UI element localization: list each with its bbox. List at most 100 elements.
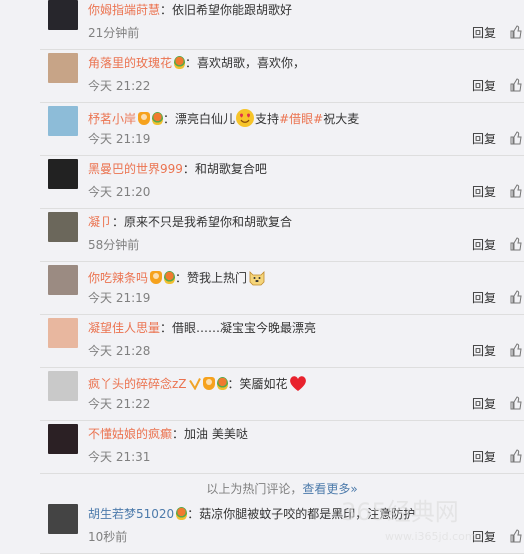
comment-text: 喜欢胡歌，喜欢你， — [197, 56, 306, 70]
username-link[interactable]: 你姆指端莳慧 — [88, 3, 160, 17]
comment-item: 你姆指端莳慧：依旧希望你能跟胡歌好 21分钟前 回复 — [40, 0, 524, 50]
avatar-dark-figure[interactable] — [48, 504, 78, 534]
like-icon[interactable] — [510, 396, 522, 410]
avatar-dark-portrait[interactable] — [48, 0, 78, 30]
colon-separator: ： — [185, 56, 198, 70]
comment-item: 杼茗小岸 ：漂亮白仙儿 支持#借眼#祝大麦今天 21:19 回复 — [40, 102, 524, 156]
colon-separator: ： — [172, 427, 185, 441]
like-icon[interactable] — [510, 290, 522, 304]
balloon-badge-icon — [176, 507, 188, 520]
comment-text: 依旧希望你能跟胡歌好 — [172, 3, 293, 17]
check-badge-icon — [188, 378, 201, 390]
comment-timestamp: 21分钟前 — [88, 26, 140, 40]
comment-item: 角落里的玫瑰花 ：喜欢胡歌，喜欢你， 今天 21:22 回复 — [40, 49, 524, 103]
reply-button[interactable]: 回复 — [472, 343, 496, 359]
comment-timestamp: 今天 21:19 — [88, 132, 151, 146]
reply-button[interactable]: 回复 — [472, 396, 496, 412]
avatar-portrait-dark-hair[interactable] — [48, 424, 78, 454]
colon-separator: ： — [182, 162, 195, 176]
like-icon[interactable] — [510, 78, 522, 92]
avatar-girl[interactable] — [48, 318, 78, 348]
comment-timestamp: 今天 21:22 — [88, 79, 151, 93]
comment-timestamp: 58分钟前 — [88, 238, 140, 252]
avatar-interior[interactable] — [48, 265, 78, 295]
username-link[interactable]: 凝望佳人思量 — [88, 321, 160, 335]
hot-comments-footer: 以上为热门评论，查看更多» — [40, 478, 524, 500]
comment-text: 加油 美美哒 — [184, 427, 248, 441]
comment-item: 黑曼巴的世界999：和胡歌复合吧 今天 21:20 回复 — [40, 155, 524, 209]
colon-separator: ： — [160, 321, 173, 335]
balloon-badge-icon — [164, 271, 176, 284]
colon-separator: ： — [175, 271, 188, 285]
comment-text: 和胡歌复合吧 — [194, 162, 267, 176]
colon-separator: ： — [227, 377, 240, 391]
comment-content: 黑曼巴的世界999：和胡歌复合吧 — [88, 161, 524, 177]
reply-button[interactable]: 回复 — [472, 290, 496, 306]
comment-timestamp: 今天 21:19 — [88, 291, 151, 305]
member-badge-icon — [202, 377, 215, 390]
comment-content: 不懂姑娘的疯癫：加油 美美哒 — [88, 426, 524, 442]
username-link[interactable]: 疯丫头的碎碎念zZ — [88, 377, 187, 391]
reply-button[interactable]: 回复 — [472, 237, 496, 253]
colon-separator: ： — [187, 507, 200, 521]
avatar-woman[interactable] — [48, 53, 78, 83]
comment-text-2: 支持 — [255, 112, 280, 126]
like-icon[interactable] — [510, 343, 522, 357]
username-link[interactable]: 不懂姑娘的疯癫 — [88, 427, 172, 441]
comment-content: 胡生若梦51020 ：菇凉你腿被蚊子咬的都是黑印，注意防护 — [88, 506, 524, 522]
comment-content: 角落里的玫瑰花 ：喜欢胡歌，喜欢你， — [88, 55, 524, 71]
topic-tag-link[interactable]: #借眼# — [279, 112, 323, 126]
member-badge-icon — [138, 112, 151, 125]
comment-item: 疯丫头的碎碎念zZ ：笑靥如花今天 21:22 回复 — [40, 367, 524, 421]
comment-text: 原来不只是我希望你和胡歌复合 — [124, 215, 293, 229]
avatar-man-glasses[interactable] — [48, 159, 78, 189]
username-link[interactable]: 你吃辣条吗 — [88, 271, 148, 285]
comment-item: 不懂姑娘的疯癫：加油 美美哒 今天 21:31 回复 — [40, 420, 524, 474]
heart-eyes-emoji — [236, 109, 255, 127]
member-badge-icon — [150, 271, 163, 284]
comment-content: 你姆指端莳慧：依旧希望你能跟胡歌好 — [88, 2, 524, 18]
avatar-rabbit[interactable] — [48, 371, 78, 401]
comment-content: 疯丫头的碎碎念zZ ：笑靥如花 — [88, 373, 524, 393]
comment-text: 菇凉你腿被蚊子咬的都是黑印，注意防护 — [199, 507, 416, 521]
reply-button[interactable]: 回复 — [472, 529, 496, 545]
comment-text-3: 祝大麦 — [323, 112, 360, 126]
comment-text: 漂亮白仙儿 — [175, 112, 236, 126]
reply-button[interactable]: 回复 — [472, 449, 496, 465]
comment-content: 杼茗小岸 ：漂亮白仙儿 支持#借眼#祝大麦 — [88, 108, 524, 128]
view-more-link[interactable]: 查看更多» — [302, 482, 357, 496]
like-icon[interactable] — [510, 131, 522, 145]
username-link[interactable]: 角落里的玫瑰花 — [88, 56, 172, 70]
comment-timestamp: 今天 21:22 — [88, 397, 151, 411]
like-icon[interactable] — [510, 237, 522, 251]
comment-item: 你吃辣条吗 ：赞我上热门今天 21:19 回复 — [40, 261, 524, 315]
username-link[interactable]: 胡生若梦51020 — [88, 507, 174, 521]
balloon-badge-icon — [152, 112, 164, 125]
reply-button[interactable]: 回复 — [472, 131, 496, 147]
reply-button[interactable]: 回复 — [472, 78, 496, 94]
avatar-street[interactable] — [48, 212, 78, 242]
colon-separator: ： — [163, 112, 176, 126]
reply-button[interactable]: 回复 — [472, 184, 496, 200]
reply-button[interactable]: 回复 — [472, 25, 496, 41]
comment-timestamp: 今天 21:31 — [88, 450, 151, 464]
balloon-badge-icon — [174, 56, 186, 69]
comment-content: 你吃辣条吗 ：赞我上热门 — [88, 267, 524, 287]
like-icon[interactable] — [510, 25, 522, 39]
red-heart-emoji — [289, 376, 306, 391]
like-icon[interactable] — [510, 184, 522, 198]
like-icon[interactable] — [510, 449, 522, 463]
colon-separator: ： — [112, 215, 125, 229]
comment-text: 赞我上热门 — [187, 271, 248, 285]
comment-timestamp: 今天 21:28 — [88, 344, 151, 358]
comment-text: 笑靥如花 — [239, 377, 288, 391]
like-icon[interactable] — [510, 529, 522, 543]
avatar-landscape[interactable] — [48, 106, 78, 136]
username-link[interactable]: 黑曼巴的世界999 — [88, 162, 183, 176]
comment-content: 凝望佳人思量：借眼……凝宝宝今晚最漂亮 — [88, 320, 524, 336]
comment-list: 你姆指端莳慧：依旧希望你能跟胡歌好 21分钟前 回复 角落里的玫瑰花 ：喜欢胡歌，喜欢你… — [0, 0, 524, 554]
comment-item: 凝卩：原来不只是我希望你和胡歌复合 58分钟前 回复 — [40, 208, 524, 262]
hot-comments-label: 以上为热门评论， — [206, 482, 303, 496]
username-link[interactable]: 杼茗小岸 — [88, 112, 136, 126]
username-link[interactable]: 凝卩 — [88, 215, 112, 229]
